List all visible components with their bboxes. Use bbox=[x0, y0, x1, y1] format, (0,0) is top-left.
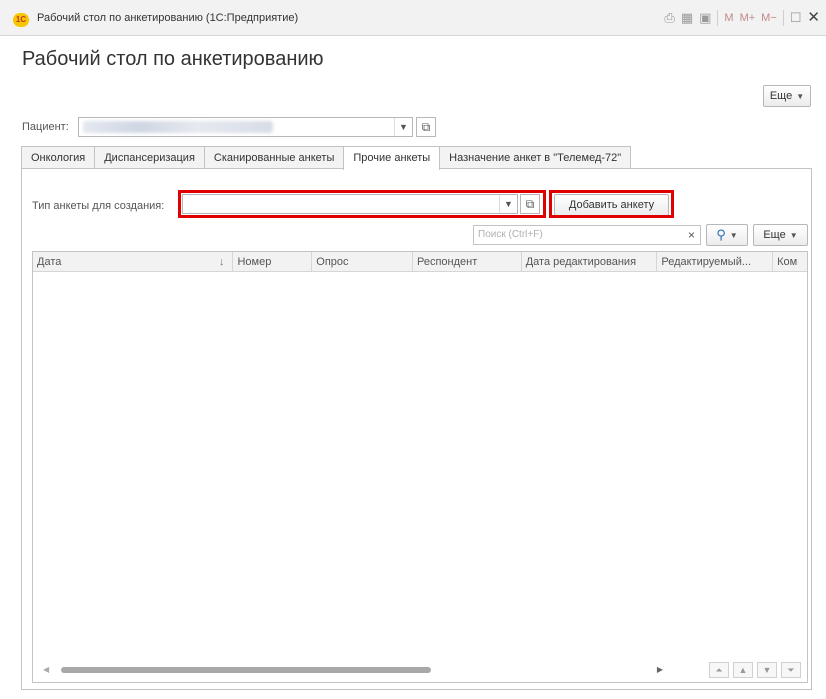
patient-field[interactable]: ▼ bbox=[78, 117, 413, 137]
patient-dropdown-icon[interactable]: ▼ bbox=[394, 118, 412, 136]
patient-value-blurred bbox=[83, 121, 273, 133]
patient-label: Пациент: bbox=[22, 121, 69, 133]
chevron-down-icon: ▼ bbox=[789, 230, 798, 240]
more-button[interactable]: Еще ▼ bbox=[763, 85, 811, 107]
table-more-button[interactable]: Еще ▼ bbox=[753, 224, 808, 246]
chevron-down-icon: ▼ bbox=[796, 91, 805, 101]
tab-telemed-assignment[interactable]: Назначение анкет в "Телемед-72" bbox=[439, 146, 632, 169]
horizontal-scrollbar[interactable]: ◀ ▶ bbox=[43, 664, 663, 676]
app-logo-icon: 1С bbox=[13, 13, 29, 27]
maximize-icon[interactable]: ☐ bbox=[790, 9, 802, 27]
scroll-right-icon[interactable]: ▶ bbox=[657, 664, 663, 676]
clear-search-icon[interactable]: × bbox=[688, 228, 695, 242]
more-button-label: Еще bbox=[769, 90, 793, 102]
titlebar-toolbar: ⎙ ▦ ▣ M M+ M− ☐ ✕ bbox=[664, 9, 820, 27]
survey-type-label: Тип анкеты для создания: bbox=[32, 200, 165, 212]
memory-m-minus-button[interactable]: M− bbox=[761, 9, 777, 27]
calendar-icon[interactable]: ▣ bbox=[699, 9, 711, 27]
highlight-add-button bbox=[549, 190, 674, 218]
move-down-icon[interactable]: ▼ bbox=[757, 662, 777, 678]
column-header-date-label: Дата bbox=[37, 256, 62, 268]
print-icon[interactable]: ⎙ bbox=[664, 9, 674, 27]
window-title: Рабочий стол по анкетированию (1С:Предпр… bbox=[37, 12, 299, 24]
move-last-icon[interactable]: ⏷ bbox=[781, 662, 801, 678]
search-input[interactable]: Поиск (Ctrl+F) × bbox=[473, 225, 701, 245]
tab-other-surveys[interactable]: Прочие анкеты bbox=[343, 146, 441, 170]
toolbar-divider bbox=[782, 10, 784, 26]
table-header: Дата ↓ Номер Опрос Респондент Дата редак… bbox=[33, 252, 807, 272]
column-header-edit-date[interactable]: Дата редактирования bbox=[522, 252, 658, 272]
column-header-respondent[interactable]: Респондент bbox=[413, 252, 522, 272]
patient-open-icon[interactable]: ⧉ bbox=[416, 117, 436, 137]
table-more-label: Еще bbox=[763, 229, 786, 241]
row-navigation: ⏶ ▲ ▼ ⏷ bbox=[709, 662, 801, 678]
column-header-number[interactable]: Номер bbox=[233, 252, 313, 272]
column-header-comment[interactable]: Ком bbox=[773, 252, 807, 272]
search-button[interactable]: ⚲ ▼ bbox=[706, 224, 748, 246]
toolbar-divider bbox=[717, 10, 719, 26]
tab-bar: Онкология Диспансеризация Сканированные … bbox=[21, 146, 632, 170]
move-first-icon[interactable]: ⏶ bbox=[709, 662, 729, 678]
page-title: Рабочий стол по анкетированию bbox=[22, 48, 324, 70]
column-header-survey[interactable]: Опрос bbox=[312, 252, 413, 272]
tab-scanned-surveys[interactable]: Сканированные анкеты bbox=[203, 146, 345, 169]
highlight-survey-type bbox=[178, 190, 546, 218]
calculator-icon[interactable]: ▦ bbox=[681, 9, 693, 27]
scroll-thumb[interactable] bbox=[61, 667, 431, 673]
window-titlebar: 1С Рабочий стол по анкетированию (1С:Пре… bbox=[0, 0, 826, 36]
search-icon: ⚲ bbox=[716, 227, 726, 242]
surveys-table: Дата ↓ Номер Опрос Респондент Дата редак… bbox=[32, 251, 808, 683]
move-up-icon[interactable]: ▲ bbox=[733, 662, 753, 678]
chevron-down-icon: ▼ bbox=[729, 230, 738, 240]
scroll-left-icon[interactable]: ◀ bbox=[43, 664, 49, 676]
column-header-date[interactable]: Дата ↓ bbox=[33, 252, 234, 272]
memory-m-plus-button[interactable]: M+ bbox=[740, 9, 756, 27]
tab-dispensary[interactable]: Диспансеризация bbox=[94, 146, 205, 169]
memory-m-button[interactable]: M bbox=[724, 9, 733, 27]
tab-oncology[interactable]: Онкология bbox=[21, 146, 96, 169]
close-icon[interactable]: ✕ bbox=[807, 9, 820, 27]
search-placeholder: Поиск (Ctrl+F) bbox=[478, 229, 543, 240]
column-header-editable[interactable]: Редактируемый... bbox=[657, 252, 774, 272]
sort-arrow-icon: ↓ bbox=[218, 256, 225, 268]
